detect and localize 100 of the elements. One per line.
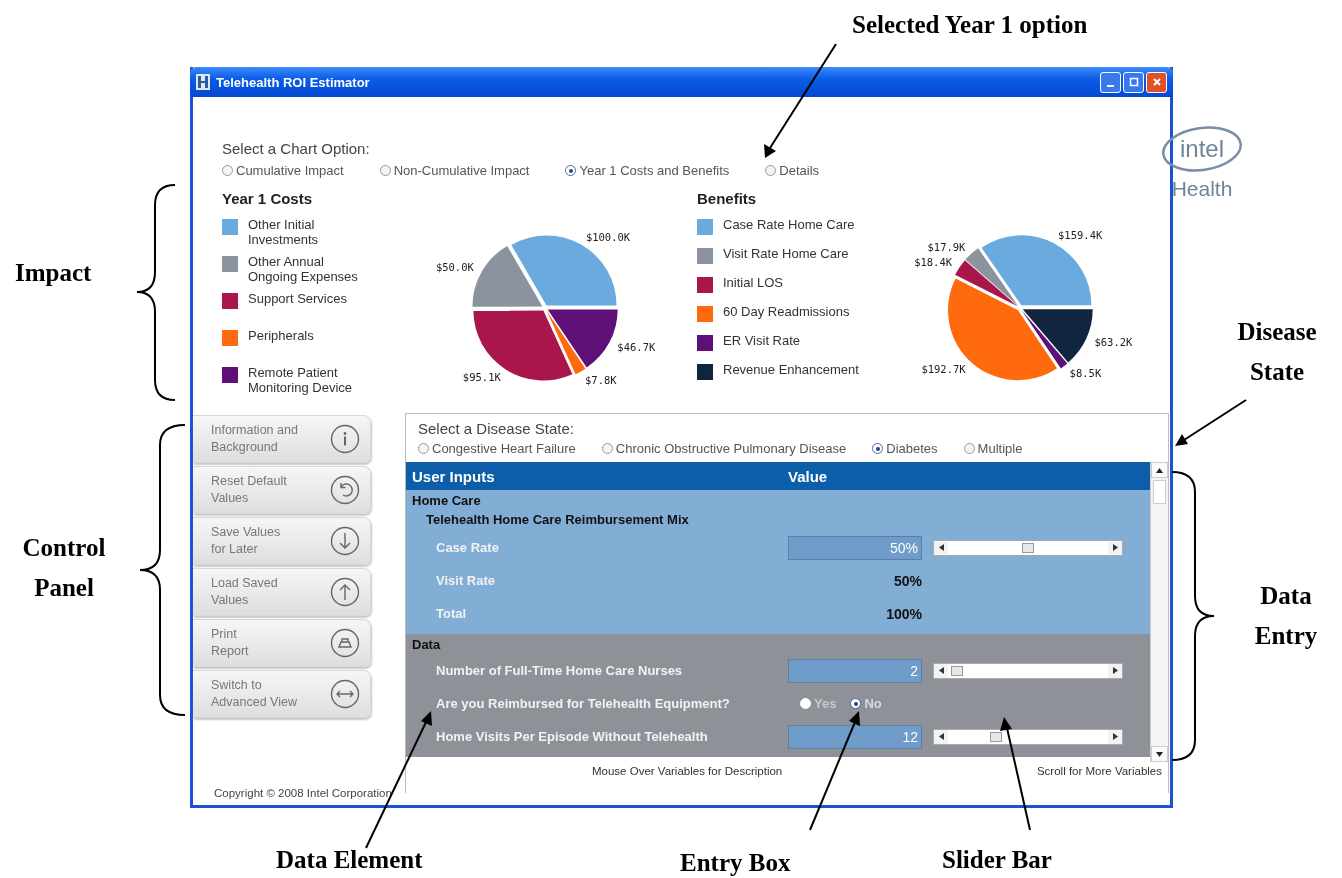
control-panel-button[interactable]: Switch to Advanced View [193,670,371,718]
left-arrow-icon [938,667,944,674]
callout-label: Data Element [276,845,423,875]
up-arrow-icon [1156,467,1163,473]
legend-label: Remote Patient Monitoring Device [248,365,354,395]
legend-label: Peripherals [248,328,315,343]
slider-left-button[interactable] [934,540,948,555]
slider-bar[interactable] [933,539,1123,556]
scroll-down-button[interactable] [1151,746,1168,762]
disease-state-label: Select a Disease State: [417,419,575,437]
maximize-button[interactable] [1123,71,1144,93]
answer-radio[interactable]: No [850,696,882,711]
right-arrow-icon [1112,667,1118,674]
slider-left-button[interactable] [934,663,948,678]
right-arrow-icon [1112,544,1118,551]
slider-left-button[interactable] [934,729,948,744]
minimize-icon [1107,84,1114,87]
left-arrow-icon [938,544,944,551]
disease-state-radio[interactable]: Congestive Heart Failure [418,441,576,456]
control-panel-button[interactable]: Save Values for Later [193,517,371,565]
legend-swatch [697,248,713,264]
legend-label: Visit Rate Home Care [723,246,849,261]
slider-right-button[interactable] [1108,663,1122,678]
chart-option-radio[interactable]: Details [765,163,820,178]
slider-thumb[interactable] [990,731,1002,742]
legend-swatch [222,367,238,383]
legend-swatch [697,219,713,235]
close-icon [1151,77,1162,87]
variable-label[interactable]: Number of Full-Time Home Care Nurses [436,663,788,678]
legend-label: ER Visit Rate [723,333,801,348]
copyright-text: Copyright © 2008 Intel Corporation [214,787,392,799]
chart-title: Year 1 Costs [222,190,314,207]
control-panel-button[interactable]: Print Report [193,619,371,667]
logo-swoosh-icon [1160,125,1244,173]
maximize-icon [1128,77,1139,87]
variable-label[interactable]: Are you Reimbursed for Telehealth Equipment? [436,696,788,711]
variable-label[interactable]: Total [436,606,788,621]
scroll-up-button[interactable] [1151,462,1168,478]
legend-label: Support Services [248,291,348,306]
control-panel-button[interactable]: Load Saved Values [193,568,371,616]
variable-label[interactable]: Case Rate [436,540,788,555]
chart-option-radio[interactable]: Cumulative Impact [222,163,344,178]
section-title: Data [411,636,442,654]
left-arrow-icon [938,733,944,740]
legend-swatch [222,219,238,235]
callout-label: Disease State [1236,317,1318,387]
section-title: Home Care [411,492,482,510]
scroll-thumb[interactable] [1153,480,1166,504]
legend-label: Revenue Enhancement [723,362,859,377]
slider-right-button[interactable] [1108,540,1122,555]
disease-state-radio[interactable]: Diabetes [872,441,938,456]
disease-state-radio[interactable]: Multiple [963,441,1023,456]
chart-title: Benefits [697,190,758,207]
callout-label: Impact [15,258,92,288]
value-label: $18.4K [914,256,953,269]
variable-label[interactable]: Visit Rate [436,573,788,588]
slider-bar[interactable] [933,662,1123,679]
value-label: $7.8K [585,373,617,386]
control-panel-button[interactable]: Information and Background [193,415,371,463]
chart-option-radio[interactable]: Year 1 Costs and Benefits [565,163,730,178]
chart-option-radio[interactable]: Non-Cumulative Impact [379,163,530,178]
legend-swatch [222,330,238,346]
legend-label: 60 Day Readmissions [723,304,850,319]
control-panel-button[interactable]: Reset Default Values [193,466,371,514]
slider-bar[interactable] [933,728,1123,745]
value-label: $159.4K [1058,229,1103,242]
slider-right-button[interactable] [1108,729,1122,744]
entry-box[interactable]: 2 [788,658,922,683]
logo-subtitle: Health [1171,177,1233,201]
right-arrow-icon [1112,733,1118,740]
variable-label[interactable]: Home Visits Per Episode Without Telehealth [436,729,788,744]
value-label: $63.2K [1094,336,1133,349]
column-header: Value [788,467,828,485]
value-label: $8.5K [1069,367,1102,380]
callout-label: Control Panel [21,533,107,603]
legend-swatch [222,256,238,272]
subsection-title: Telehealth Home Care Reimbursement Mix [425,511,690,529]
legend-label: Other Annual Ongoing Expenses [248,254,359,284]
value-label: $50.0K [435,261,474,274]
callout-label: Slider Bar [942,845,1052,875]
disease-state-radio[interactable]: Chronic Obstructive Pulmonary Disease [601,441,847,456]
minimize-button[interactable] [1100,71,1121,93]
app-icon [196,74,210,90]
arrow [1175,399,1247,446]
entry-box[interactable]: 50% [788,535,922,560]
scroll-bar[interactable] [1150,462,1168,762]
entry-box[interactable]: 12 [788,724,922,749]
hint-text: Mouse Over Variables for Description [592,765,783,777]
callout-label: Entry Box [680,848,791,878]
legend-label: Other Initial Investments [248,217,320,247]
callout-label: Selected Year 1 option [852,10,1088,40]
slider-thumb[interactable] [1022,542,1034,553]
legend-swatch [222,293,238,309]
computed-value: 100% [885,605,922,622]
close-button[interactable] [1146,71,1167,93]
legend-swatch [697,306,713,322]
slider-thumb[interactable] [951,665,963,676]
legend-swatch [697,335,713,351]
callout-label: Data Entry [1253,581,1319,651]
value-label: $100.0K [585,230,631,243]
